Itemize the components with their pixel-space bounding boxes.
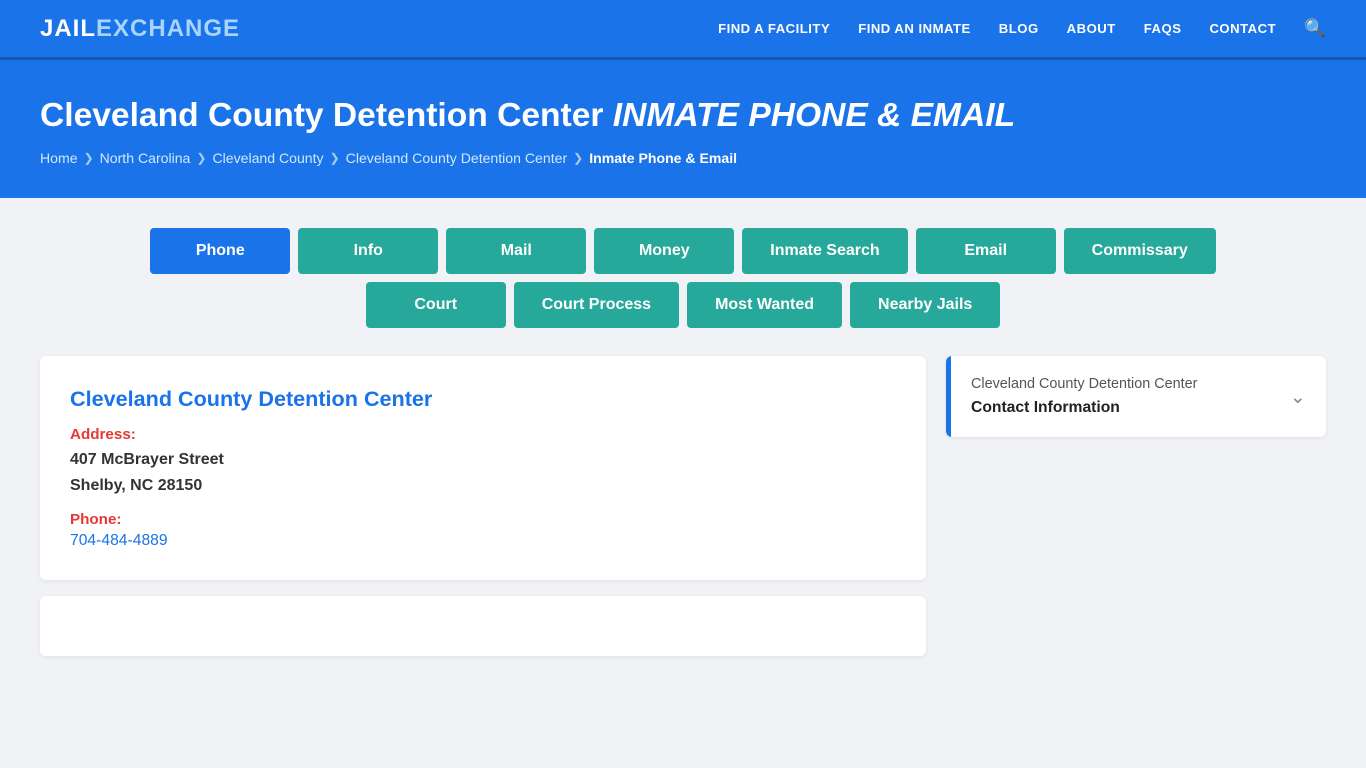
breadcrumb-county[interactable]: Cleveland County <box>212 150 323 166</box>
breadcrumb-current: Inmate Phone & Email <box>589 150 737 166</box>
btn-phone[interactable]: Phone <box>150 228 290 274</box>
breadcrumb-sep-4: ❯ <box>573 151 583 165</box>
nav-about[interactable]: ABOUT <box>1067 21 1116 36</box>
sidebar-facility-name: Cleveland County Detention Center <box>971 374 1197 396</box>
btn-mail[interactable]: Mail <box>446 228 586 274</box>
breadcrumb-state[interactable]: North Carolina <box>100 150 191 166</box>
address-line1: 407 McBrayer Street <box>70 447 896 473</box>
phone-label: Phone: <box>70 511 896 528</box>
left-column: Cleveland County Detention Center Addres… <box>40 356 926 655</box>
nav-faqs[interactable]: FAQs <box>1144 21 1182 36</box>
breadcrumb-sep-1: ❯ <box>84 151 94 165</box>
navbar-links: FIND A FACILITY FIND AN INMATE BLOG ABOU… <box>718 18 1326 39</box>
btn-info[interactable]: Info <box>298 228 438 274</box>
nav-blog[interactable]: BLOG <box>999 21 1039 36</box>
breadcrumb-facility[interactable]: Cleveland County Detention Center <box>346 150 567 166</box>
partial-card <box>40 596 926 656</box>
title-italic: INMATE PHONE & EMAIL <box>613 97 1015 134</box>
breadcrumb-sep-3: ❯ <box>330 151 340 165</box>
nav-row-2: Court Court Process Most Wanted Nearby J… <box>366 282 1001 328</box>
content-grid: Cleveland County Detention Center Addres… <box>40 356 1326 655</box>
btn-most-wanted[interactable]: Most Wanted <box>687 282 842 328</box>
btn-commissary[interactable]: Commissary <box>1064 228 1216 274</box>
facility-name-heading: Cleveland County Detention Center <box>70 386 896 412</box>
title-main: Cleveland County Detention Center <box>40 97 603 134</box>
search-icon[interactable]: 🔍 <box>1304 18 1326 39</box>
address-line2: Shelby, NC 28150 <box>70 473 896 499</box>
breadcrumb: Home ❯ North Carolina ❯ Cleveland County… <box>40 150 1326 166</box>
address-label: Address: <box>70 426 896 443</box>
btn-court-process[interactable]: Court Process <box>514 282 679 328</box>
site-logo[interactable]: JAILEXCHANGE <box>40 15 240 43</box>
sidebar-header-text: Cleveland County Detention Center Contac… <box>971 374 1197 419</box>
navbar: JAILEXCHANGE FIND A FACILITY FIND AN INM… <box>0 0 1366 60</box>
nav-find-facility[interactable]: FIND A FACILITY <box>718 21 830 36</box>
nav-row-1: Phone Info Mail Money Inmate Search Emai… <box>150 228 1215 274</box>
breadcrumb-sep-2: ❯ <box>196 151 206 165</box>
btn-money[interactable]: Money <box>594 228 734 274</box>
nav-contact[interactable]: CONTACT <box>1209 21 1276 36</box>
page-title: Cleveland County Detention Center INMATE… <box>40 96 1326 136</box>
btn-nearby-jails[interactable]: Nearby Jails <box>850 282 1000 328</box>
sidebar-card-toggle[interactable]: Cleveland County Detention Center Contac… <box>946 356 1326 437</box>
sidebar-contact-card: Cleveland County Detention Center Contac… <box>946 356 1326 437</box>
logo-exchange: EXCHANGE <box>96 15 240 42</box>
chevron-down-icon: ⌄ <box>1290 385 1306 409</box>
hero-banner: Cleveland County Detention Center INMATE… <box>0 60 1366 198</box>
main-content: Phone Info Mail Money Inmate Search Emai… <box>0 198 1366 685</box>
address-text: 407 McBrayer Street Shelby, NC 28150 <box>70 447 896 498</box>
phone-number[interactable]: 704-484-4889 <box>70 532 168 549</box>
btn-email[interactable]: Email <box>916 228 1056 274</box>
nav-buttons: Phone Info Mail Money Inmate Search Emai… <box>40 228 1326 328</box>
logo-jail: JAIL <box>40 15 96 42</box>
facility-info-card: Cleveland County Detention Center Addres… <box>40 356 926 579</box>
right-sidebar: Cleveland County Detention Center Contac… <box>946 356 1326 655</box>
btn-inmate-search[interactable]: Inmate Search <box>742 228 907 274</box>
nav-find-inmate[interactable]: FIND AN INMATE <box>858 21 971 36</box>
sidebar-contact-label: Contact Information <box>971 396 1197 420</box>
btn-court[interactable]: Court <box>366 282 506 328</box>
breadcrumb-home[interactable]: Home <box>40 150 78 166</box>
